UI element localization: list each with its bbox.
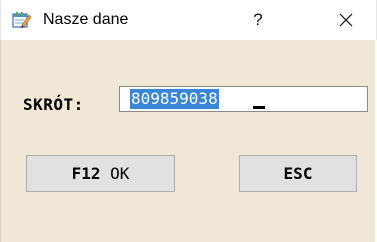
title-bar[interactable]: Nasze dane ? (0, 0, 377, 40)
text-cursor (253, 106, 265, 109)
skrot-input-value: 809859038 (130, 89, 219, 109)
ok-button-shortcut: F12 (71, 164, 101, 183)
notepad-pencil-icon (12, 11, 32, 29)
help-button[interactable]: ? (235, 0, 281, 40)
skrot-label: SKRÓT: (23, 95, 84, 114)
skrot-input[interactable]: 809859038 (119, 86, 368, 112)
esc-button[interactable]: ESC (239, 155, 357, 192)
dialog-body: SKRÓT: 809859038 F12 OK ESC (0, 40, 377, 242)
window-title: Nasze dane (43, 11, 129, 28)
ok-button[interactable]: F12 OK (26, 155, 175, 192)
close-button[interactable] (323, 0, 369, 40)
ok-button-label: OK (110, 164, 130, 183)
dialog-window: Nasze dane ? SKRÓT: 809859038 F12 OK ESC (0, 0, 377, 242)
